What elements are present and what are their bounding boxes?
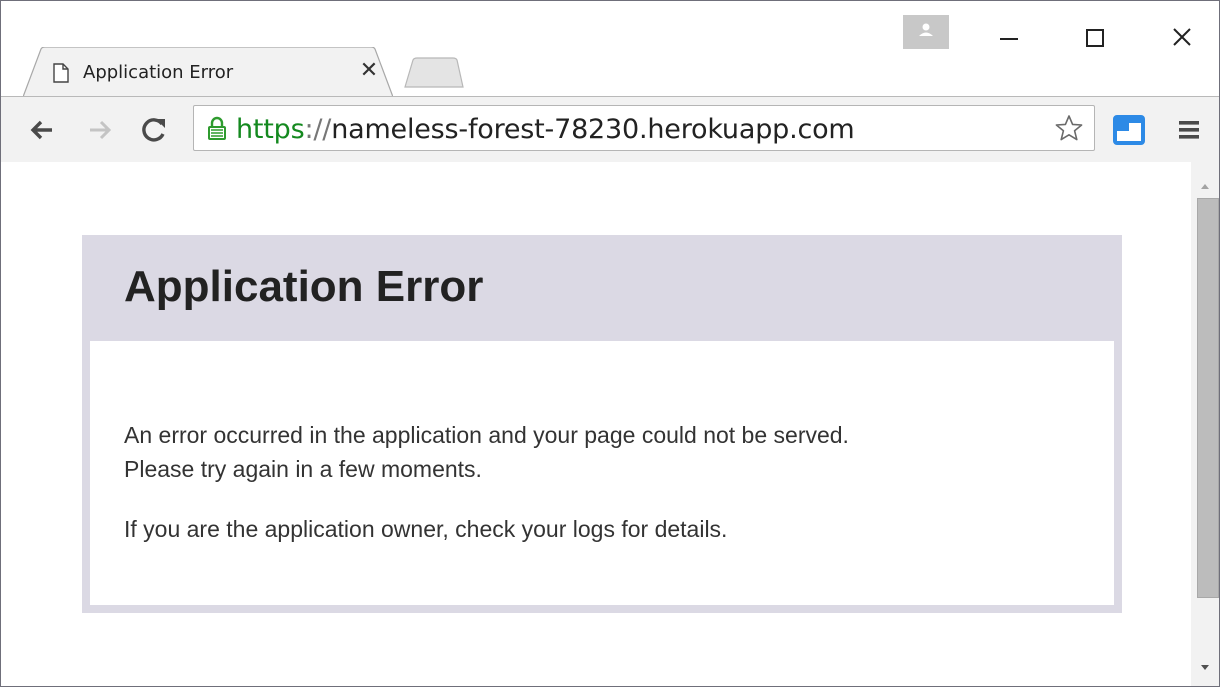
extension-icon[interactable] xyxy=(1111,113,1147,147)
person-icon xyxy=(919,23,933,36)
forward-arrow-icon xyxy=(90,120,112,140)
scroll-down-arrow-icon[interactable] xyxy=(1199,660,1211,670)
back-arrow-icon xyxy=(30,120,52,140)
url-host: nameless-forest-78230.herokuapp.com xyxy=(331,114,855,145)
owner-hint-paragraph: If you are the application owner, check … xyxy=(124,516,728,542)
back-button[interactable] xyxy=(25,113,59,147)
scroll-up-arrow-icon[interactable] xyxy=(1199,178,1211,189)
error-paragraph: An error occurred in the application and… xyxy=(124,418,849,486)
menu-icon[interactable] xyxy=(1176,115,1202,145)
tab-title: Application Error xyxy=(83,62,234,83)
lock-icon[interactable] xyxy=(206,115,228,146)
error-message-box: An error occurred in the application and… xyxy=(90,341,1114,605)
vertical-scrollbar[interactable] xyxy=(1191,162,1219,686)
tab-application-error[interactable]: Application Error ✕ xyxy=(23,47,393,97)
url-separator: :// xyxy=(304,114,332,145)
maximize-icon[interactable] xyxy=(1072,17,1118,57)
close-icon[interactable] xyxy=(1159,17,1205,57)
forward-button[interactable] xyxy=(83,113,117,147)
bookmark-star-icon[interactable] xyxy=(1054,114,1084,147)
reload-icon xyxy=(142,118,165,142)
scroll-thumb[interactable] xyxy=(1197,198,1219,598)
page-icon xyxy=(53,63,69,83)
url-scheme: https xyxy=(236,114,305,145)
page-viewport: Application Error An error occurred in t… xyxy=(1,162,1219,686)
title-bar: Application Error ✕ xyxy=(1,1,1219,97)
address-bar[interactable]: https://nameless-forest-78230.herokuapp.… xyxy=(193,105,1095,151)
browser-toolbar: https://nameless-forest-78230.herokuapp.… xyxy=(1,96,1219,163)
error-line: An error occurred in the application and… xyxy=(124,422,849,448)
tab-close-icon[interactable]: ✕ xyxy=(357,59,381,83)
url-text: https://nameless-forest-78230.herokuapp.… xyxy=(236,114,855,145)
error-panel: Application Error An error occurred in t… xyxy=(82,235,1122,613)
minimize-icon[interactable] xyxy=(986,17,1032,57)
error-line: Please try again in a few moments. xyxy=(124,456,482,482)
profile-button[interactable] xyxy=(903,15,949,49)
new-tab-button[interactable] xyxy=(403,57,465,89)
page-title: Application Error xyxy=(124,262,484,311)
browser-window: Application Error ✕ https://nameless-for… xyxy=(0,0,1220,687)
reload-button[interactable] xyxy=(137,113,171,147)
